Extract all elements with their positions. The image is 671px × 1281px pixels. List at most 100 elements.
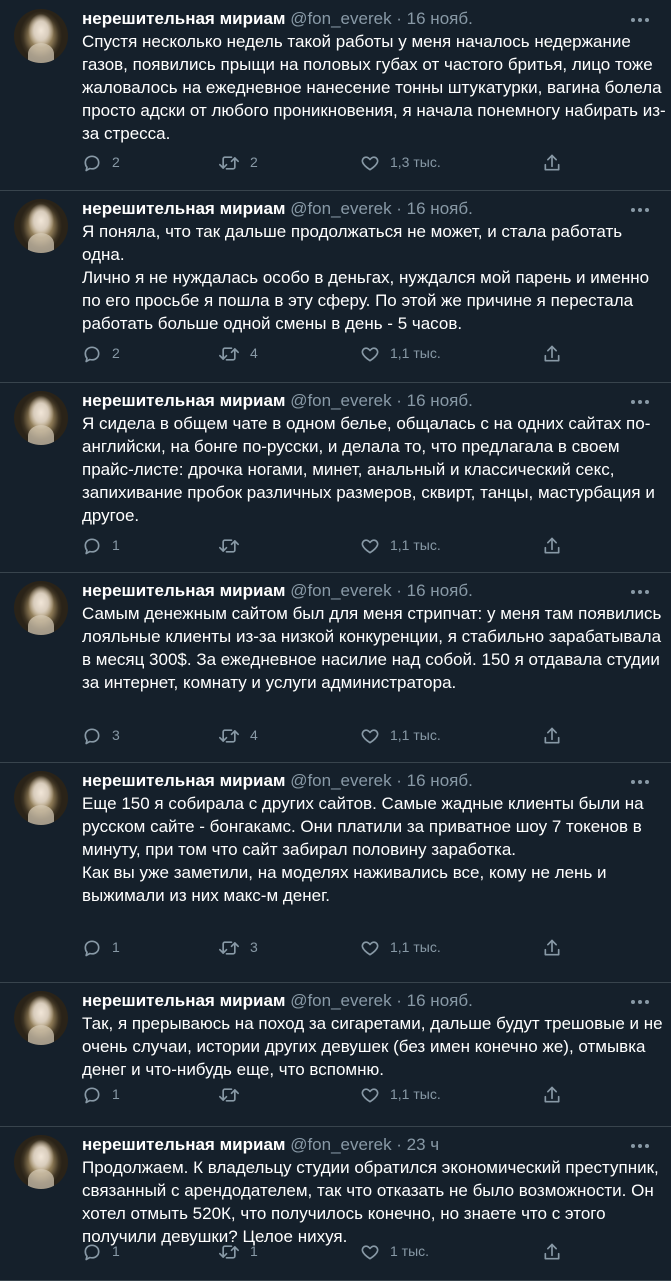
tweet[interactable]: нерешительная мириам @fon_everek · 16 но… [0,982,671,1127]
share-button[interactable] [542,532,572,558]
reply-button[interactable]: 2 [82,340,120,366]
reply-icon [82,537,112,555]
retweet-count: 4 [250,727,258,743]
like-button[interactable]: 1,1 тыс. [360,1081,441,1107]
more-icon[interactable] [631,780,653,784]
more-icon[interactable] [631,1000,653,1004]
like-icon [360,345,390,362]
tweet[interactable]: нерешительная мириам @fon_everek · 16 но… [0,762,671,983]
like-count: 1 тыс. [390,1243,430,1259]
avatar[interactable] [14,199,68,253]
retweet-icon [218,154,250,170]
author-handle-date[interactable]: @fon_everek · 16 нояб. [290,391,473,410]
like-count: 1,1 тыс. [390,939,441,955]
like-count: 1,3 тыс. [390,154,441,170]
share-icon [542,154,572,171]
tweet-actions: 1 1,1 тыс. [82,1081,642,1107]
tweet[interactable]: нерешительная мириам @fon_everek · 16 но… [0,0,671,191]
reply-button[interactable]: 2 [82,149,120,175]
tweet[interactable]: нерешительная мириам @fon_everek · 16 но… [0,572,671,763]
retweet-button[interactable]: 2 [218,149,258,175]
like-icon [360,939,390,956]
retweet-button[interactable] [218,1081,250,1107]
like-button[interactable]: 1 тыс. [360,1238,429,1264]
retweet-icon [218,537,250,553]
reply-icon [82,939,112,957]
retweet-count: 2 [250,154,258,170]
like-button[interactable]: 1,1 тыс. [360,934,441,960]
author-name[interactable]: нерешительная мириам [82,771,285,790]
tweet-text: Я сидела в общем чате в одном белье, общ… [82,414,655,525]
avatar[interactable] [14,581,68,635]
like-button[interactable]: 1,3 тыс. [360,149,441,175]
author-handle-date[interactable]: @fon_everek · 16 нояб. [290,771,473,790]
author-name[interactable]: нерешительная мириам [82,581,285,600]
more-icon[interactable] [631,400,653,404]
author-handle-date[interactable]: @fon_everek · 16 нояб. [290,581,473,600]
reply-count: 2 [112,154,120,170]
tweet-header: нерешительная мириам @fon_everek · 16 но… [82,196,473,222]
author-handle-date[interactable]: @fon_everek · 16 нояб. [290,991,473,1010]
like-count: 1,1 тыс. [390,1086,441,1102]
tweet-header: нерешительная мириам @fon_everek · 16 но… [82,988,473,1014]
like-count: 1,1 тыс. [390,727,441,743]
share-button[interactable] [542,934,572,960]
tweet-text: Продолжаем. К владельцу студии обратился… [82,1158,659,1246]
share-button[interactable] [542,340,572,366]
author-name[interactable]: нерешительная мириам [82,991,285,1010]
avatar[interactable] [14,391,68,445]
like-button[interactable]: 1,1 тыс. [360,722,441,748]
tweet-text: Так, я прерываюсь на поход за сигаретами… [82,1014,663,1079]
share-icon [542,727,572,744]
retweet-button[interactable]: 1 [218,1238,258,1264]
avatar[interactable] [14,771,68,825]
like-count: 1,1 тыс. [390,345,441,361]
tweet-actions: 1 1,1 тыс. [82,532,642,558]
tweet-body: нерешительная мириам @fon_everek · 16 но… [0,196,671,382]
like-button[interactable]: 1,1 тыс. [360,532,441,558]
author-name[interactable]: нерешительная мириам [82,9,285,28]
author-name[interactable]: нерешительная мириам [82,1135,285,1154]
share-button[interactable] [542,1081,572,1107]
reply-button[interactable]: 1 [82,1081,120,1107]
share-button[interactable] [542,722,572,748]
author-handle-date[interactable]: @fon_everek · 16 нояб. [290,199,473,218]
share-button[interactable] [542,149,572,175]
tweet-actions: 1 3 1,1 тыс. [82,934,642,960]
more-icon[interactable] [631,208,653,212]
author-name[interactable]: нерешительная мириам [82,199,285,218]
avatar[interactable] [14,1135,68,1189]
reply-count: 1 [112,537,120,553]
avatar[interactable] [14,991,68,1045]
author-handle-date[interactable]: @fon_everek · 23 ч [290,1135,439,1154]
more-icon[interactable] [631,18,653,22]
reply-button[interactable]: 3 [82,722,120,748]
reply-icon [82,154,112,172]
tweet-body: нерешительная мириам @fon_everek · 16 но… [0,988,671,1126]
like-icon [360,537,390,554]
avatar[interactable] [14,9,68,63]
share-button[interactable] [542,1238,572,1264]
like-button[interactable]: 1,1 тыс. [360,340,441,366]
tweet[interactable]: нерешительная мириам @fon_everek · 16 но… [0,382,671,573]
retweet-button[interactable]: 4 [218,340,258,366]
retweet-count: 3 [250,939,258,955]
tweet-body: нерешительная мириам @fon_everek · 16 но… [0,388,671,572]
more-icon[interactable] [631,1144,653,1148]
reply-button[interactable]: 1 [82,1238,120,1264]
reply-button[interactable]: 1 [82,532,120,558]
like-icon [360,154,390,171]
tweet[interactable]: нерешительная мириам @fon_everek · 16 но… [0,190,671,383]
author-handle-date[interactable]: @fon_everek · 16 нояб. [290,9,473,28]
retweet-icon [218,1086,250,1102]
retweet-button[interactable]: 3 [218,934,258,960]
author-name[interactable]: нерешительная мириам [82,391,285,410]
retweet-button[interactable]: 4 [218,722,258,748]
retweet-button[interactable] [218,532,250,558]
more-icon[interactable] [631,590,653,594]
like-icon [360,1243,390,1260]
reply-button[interactable]: 1 [82,934,120,960]
retweet-icon [218,345,250,361]
tweet[interactable]: нерешительная мириам @fon_everek · 23 ч П… [0,1126,671,1281]
tweet-actions: 1 1 1 тыс. [82,1238,642,1264]
